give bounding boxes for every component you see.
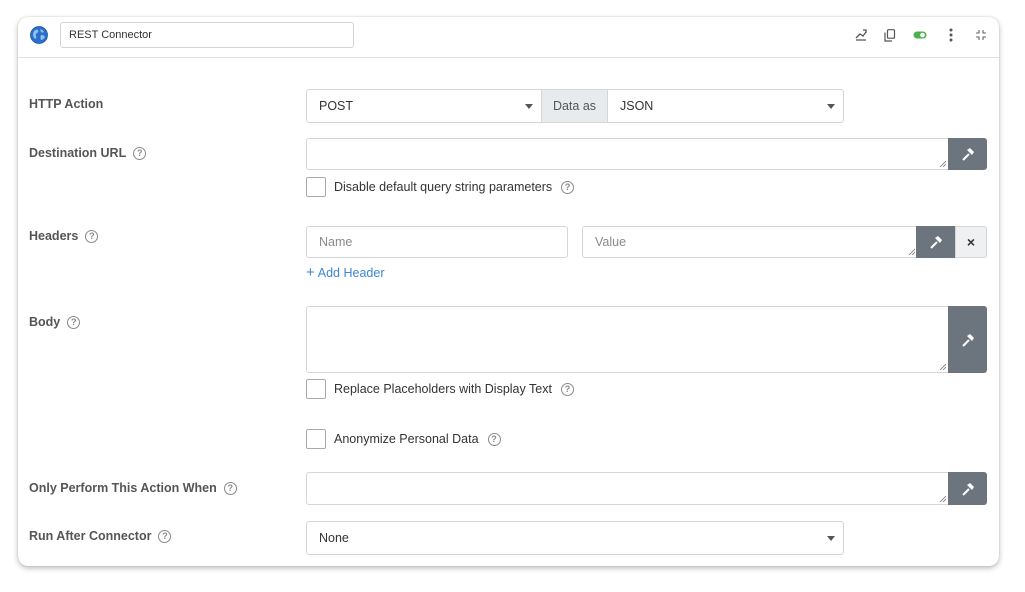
body-insert-field-button[interactable]	[948, 306, 987, 373]
help-icon[interactable]	[67, 315, 81, 329]
condition-label-text: Only Perform This Action When	[29, 481, 217, 495]
help-icon[interactable]	[158, 529, 172, 543]
body-textarea[interactable]	[306, 306, 949, 373]
copy-icon[interactable]	[882, 27, 898, 43]
run-after-label: Run After Connector	[29, 529, 172, 543]
help-icon[interactable]	[85, 229, 99, 243]
toggle-icon[interactable]	[912, 27, 928, 43]
resize-handle-icon[interactable]	[939, 160, 946, 167]
header-insert-field-button[interactable]	[916, 226, 956, 258]
http-method-select[interactable]: POST	[306, 89, 542, 123]
chevron-down-icon	[827, 104, 835, 109]
run-after-select[interactable]: None	[306, 521, 844, 555]
resize-handle-icon[interactable]	[939, 495, 946, 502]
globe-icon	[30, 26, 48, 44]
connector-header: REST Connector	[18, 17, 999, 58]
run-after-label-text: Run After Connector	[29, 529, 152, 543]
resize-handle-icon[interactable]	[939, 363, 946, 370]
connector-card: REST Connector HTTP Action POST Data as …	[18, 17, 999, 566]
headers-label-text: Headers	[29, 229, 79, 243]
more-vertical-icon[interactable]	[943, 27, 959, 43]
plus-icon: +	[306, 264, 315, 281]
header-value-placeholder: Value	[595, 235, 627, 249]
disable-query-params-text: Disable default query string parameters	[334, 180, 553, 194]
http-action-label: HTTP Action	[29, 97, 103, 111]
resize-handle-icon[interactable]	[908, 248, 915, 255]
destination-url-label: Destination URL	[29, 146, 147, 160]
help-icon[interactable]	[223, 481, 237, 495]
condition-label: Only Perform This Action When	[29, 481, 237, 495]
data-as-label: Data as	[552, 99, 597, 113]
condition-input[interactable]	[306, 472, 949, 505]
anonymize-text: Anonymize Personal Data	[334, 432, 479, 446]
destination-url-label-text: Destination URL	[29, 146, 127, 160]
url-insert-field-button[interactable]	[948, 138, 987, 170]
help-icon[interactable]	[133, 146, 147, 160]
close-icon: ×	[966, 234, 976, 250]
replace-placeholders-option[interactable]: Replace Placeholders with Display Text	[306, 379, 574, 399]
help-icon[interactable]	[487, 432, 501, 446]
disable-query-params-checkbox[interactable]	[306, 177, 326, 197]
http-method-value: POST	[319, 99, 354, 113]
remove-header-button[interactable]: ×	[955, 226, 987, 258]
data-as-addon: Data as	[541, 89, 608, 123]
disable-query-params-option[interactable]: Disable default query string parameters	[306, 177, 575, 197]
help-icon[interactable]	[560, 382, 574, 396]
replace-placeholders-text: Replace Placeholders with Display Text	[334, 382, 552, 396]
condition-insert-field-button[interactable]	[948, 472, 987, 505]
add-header-link[interactable]: + Add Header	[306, 264, 385, 281]
hammer-icon	[961, 482, 974, 496]
connector-name-input[interactable]: REST Connector	[60, 22, 354, 48]
data-format-value: JSON	[620, 99, 654, 113]
http-action-label-text: HTTP Action	[29, 97, 104, 111]
body-label-text: Body	[29, 315, 61, 329]
hammer-icon	[961, 333, 974, 347]
headers-label: Headers	[29, 229, 99, 243]
hammer-icon	[930, 236, 942, 249]
add-header-text: Add Header	[317, 266, 385, 280]
replace-placeholders-checkbox[interactable]	[306, 379, 326, 399]
collapse-icon[interactable]	[973, 27, 989, 43]
body-label: Body	[29, 315, 81, 329]
header-name-input[interactable]: Name	[306, 226, 568, 258]
header-name-placeholder: Name	[319, 235, 353, 249]
destination-url-input[interactable]	[306, 138, 949, 170]
hammer-icon	[961, 148, 974, 161]
help-icon[interactable]	[561, 180, 575, 194]
run-after-value: None	[319, 531, 349, 545]
chevron-down-icon	[827, 536, 835, 541]
usage-icon[interactable]	[853, 27, 869, 43]
anonymize-option[interactable]: Anonymize Personal Data	[306, 429, 501, 449]
data-format-select[interactable]: JSON	[607, 89, 844, 123]
header-value-input[interactable]: Value	[582, 226, 918, 258]
anonymize-checkbox[interactable]	[306, 429, 326, 449]
chevron-down-icon	[525, 104, 533, 109]
